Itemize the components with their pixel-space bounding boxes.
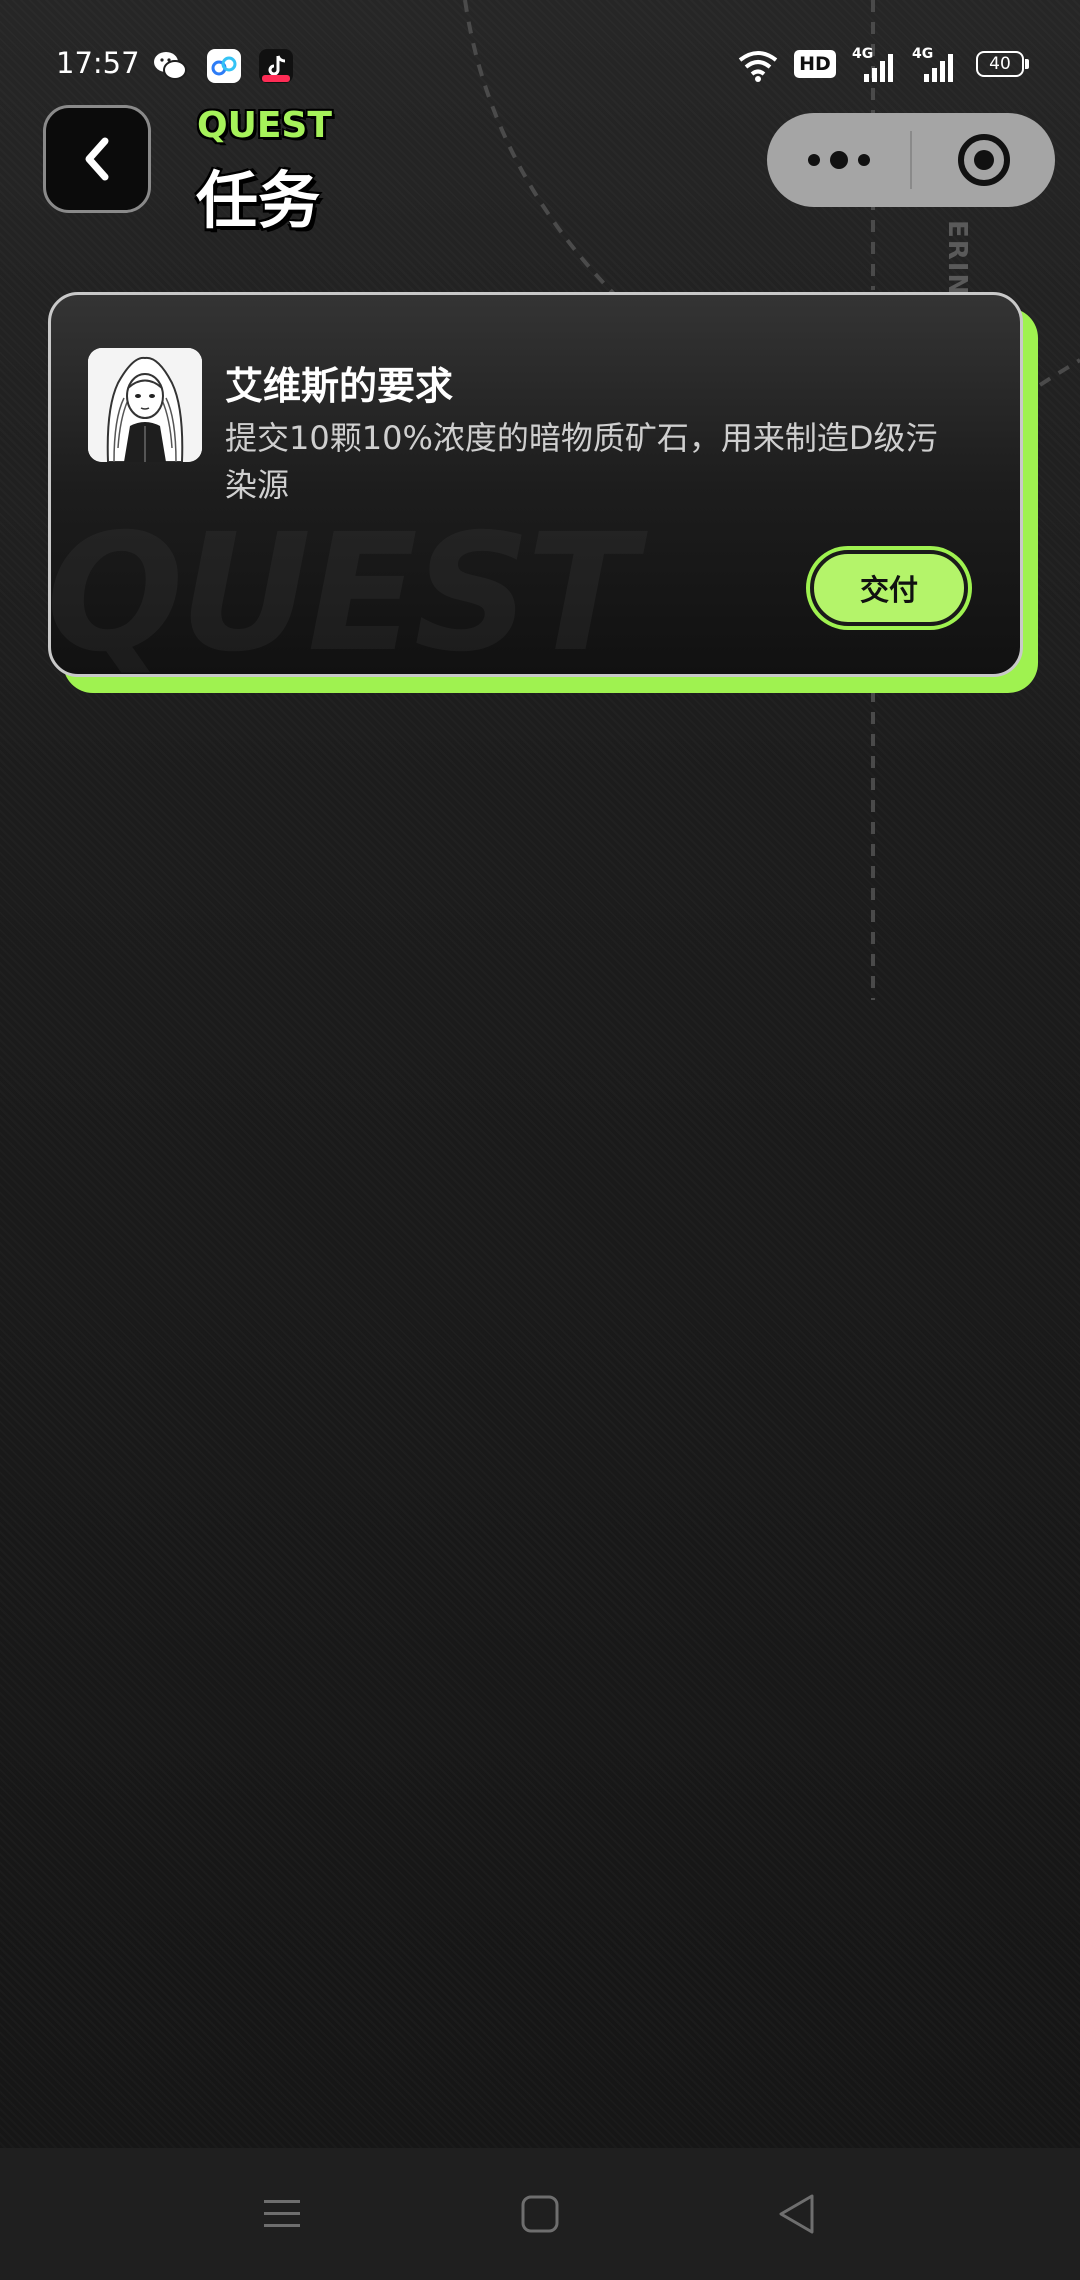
cloud-drive-icon: [207, 49, 241, 83]
page-title-en: QUEST: [197, 105, 332, 146]
miniprogram-capsule: [767, 113, 1055, 207]
square-home-icon: [521, 2195, 559, 2233]
nav-home-button[interactable]: [480, 2148, 600, 2280]
avatar: [88, 348, 202, 462]
target-close-icon: [957, 134, 1010, 186]
quest-title: 艾维斯的要求: [225, 364, 454, 408]
battery-tip: [1025, 59, 1029, 69]
chevron-left-icon: [85, 137, 109, 181]
quest-card: QUEST 艾维斯的要求 提交10颗10%浓度的暗物质矿石，用来制造D级污染源 …: [48, 292, 1023, 677]
character-portrait: [88, 348, 202, 462]
hd-badge: HD: [794, 50, 836, 78]
close-miniprogram-button[interactable]: [912, 113, 1055, 207]
more-dots-icon: [807, 151, 870, 169]
triangle-back-icon: [779, 2194, 814, 2234]
status-bar: 17:57 HD 4G 4G 40: [0, 0, 1080, 130]
signal-strength-2-icon: [924, 54, 953, 82]
signal-strength-1-icon: [864, 54, 893, 82]
status-time: 17:57: [56, 46, 140, 80]
nav-menu-button[interactable]: [222, 2148, 342, 2280]
wechat-icon: [154, 52, 187, 80]
menu-icon: [264, 2200, 300, 2227]
back-button[interactable]: [43, 105, 151, 213]
system-nav-bar: [0, 2148, 1080, 2280]
page-title: 任务: [196, 164, 321, 237]
quest-description: 提交10颗10%浓度的暗物质矿石，用来制造D级污染源: [225, 419, 938, 504]
submit-button[interactable]: 交付: [810, 550, 968, 626]
card-watermark: QUEST: [51, 500, 637, 674]
battery-indicator: 40: [976, 51, 1024, 77]
wifi-icon: [738, 51, 778, 82]
battery-level: 40: [989, 54, 1011, 74]
more-button[interactable]: [767, 113, 910, 207]
nav-back-button[interactable]: [736, 2148, 856, 2280]
quest-screen: ERING 17:57 HD 4G 4G 40 QUEST 任务 艾维斯的要求 …: [0, 0, 1080, 2280]
tiktok-icon: [259, 49, 293, 83]
